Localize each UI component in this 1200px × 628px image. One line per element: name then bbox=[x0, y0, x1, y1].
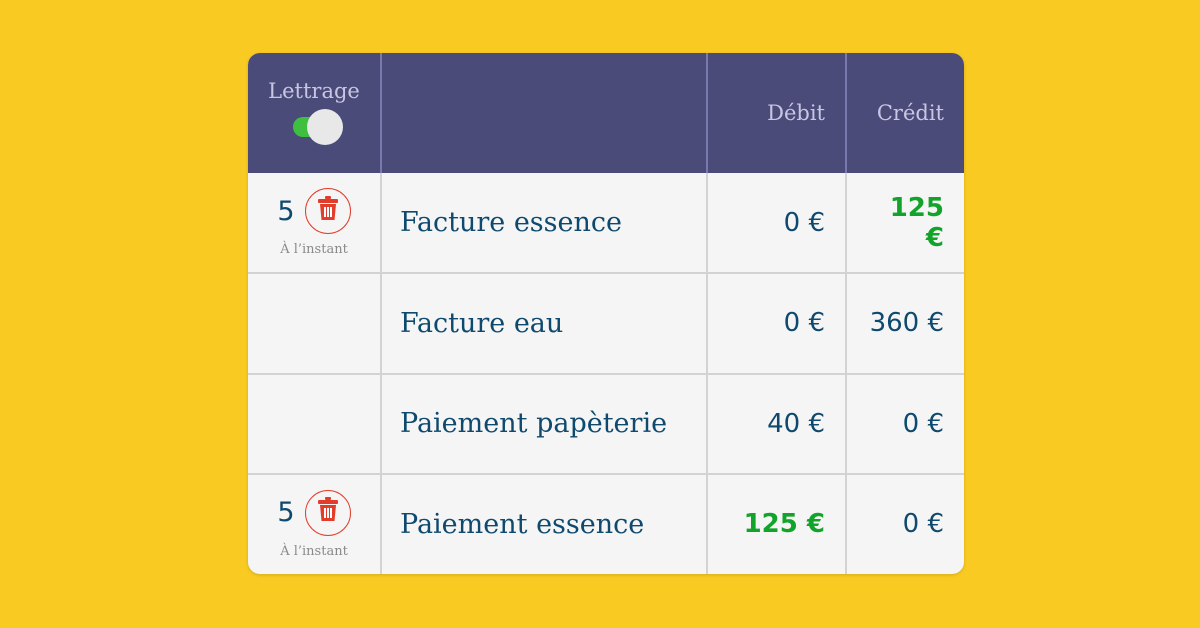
lettrage-column-cell[interactable] bbox=[248, 272, 381, 374]
debit-amount: 0 € bbox=[706, 173, 846, 274]
table-header: Lettrage Débit Crédit bbox=[248, 53, 964, 173]
header-description bbox=[380, 53, 707, 173]
entry-label: Facture eau bbox=[380, 272, 707, 374]
lettrage-cell: 5 À l’instant bbox=[248, 489, 380, 559]
lettrage-column-cell: 5 À l’instant bbox=[248, 173, 381, 273]
delete-lettrage-button[interactable] bbox=[304, 188, 351, 235]
delete-lettrage-button[interactable] bbox=[304, 489, 351, 536]
lettrage-label: Lettrage bbox=[268, 79, 360, 103]
entry-label: Paiement papèterie bbox=[380, 372, 707, 474]
lettrage-timestamp: À l’instant bbox=[280, 543, 348, 559]
credit-amount: 360 € bbox=[845, 272, 964, 374]
lettrage-timestamp: À l’instant bbox=[280, 242, 348, 258]
header-lettrage: Lettrage bbox=[248, 53, 381, 173]
lettrage-number: 5 bbox=[277, 497, 295, 529]
entry-label: Facture essence bbox=[380, 173, 707, 274]
debit-amount: 0 € bbox=[706, 272, 846, 374]
table-row: Facture eau 0 € 360 € bbox=[248, 272, 964, 374]
table-row: 5 À l’instant Facture essence 0 € 125 € bbox=[248, 173, 964, 274]
lettrage-cell: 5 À l’instant bbox=[248, 188, 380, 257]
trash-icon bbox=[317, 195, 338, 227]
ledger-card: Lettrage Débit Crédit 5 À l’instant Fact… bbox=[248, 53, 964, 574]
credit-amount: 0 € bbox=[845, 372, 964, 474]
toggle-knob bbox=[307, 109, 343, 145]
entry-label: Paiement essence bbox=[380, 472, 707, 574]
credit-amount: 125 € bbox=[845, 173, 964, 274]
lettrage-column-cell: 5 À l’instant bbox=[248, 472, 381, 574]
lettrage-toggle[interactable] bbox=[293, 109, 343, 145]
lettrage-number: 5 bbox=[277, 195, 295, 227]
debit-amount: 125 € bbox=[706, 472, 846, 574]
lettrage-column-cell[interactable] bbox=[248, 372, 381, 474]
table-row: Paiement papèterie 40 € 0 € bbox=[248, 372, 964, 474]
header-credit: Crédit bbox=[845, 53, 964, 173]
credit-amount: 0 € bbox=[845, 472, 964, 574]
table-row: 5 À l’instant Paiement essence 125 € 0 € bbox=[248, 472, 964, 574]
header-debit: Débit bbox=[706, 53, 846, 173]
ledger-table: Lettrage Débit Crédit 5 À l’instant Fact… bbox=[248, 53, 964, 574]
debit-amount: 40 € bbox=[706, 372, 846, 474]
trash-icon bbox=[317, 497, 338, 528]
